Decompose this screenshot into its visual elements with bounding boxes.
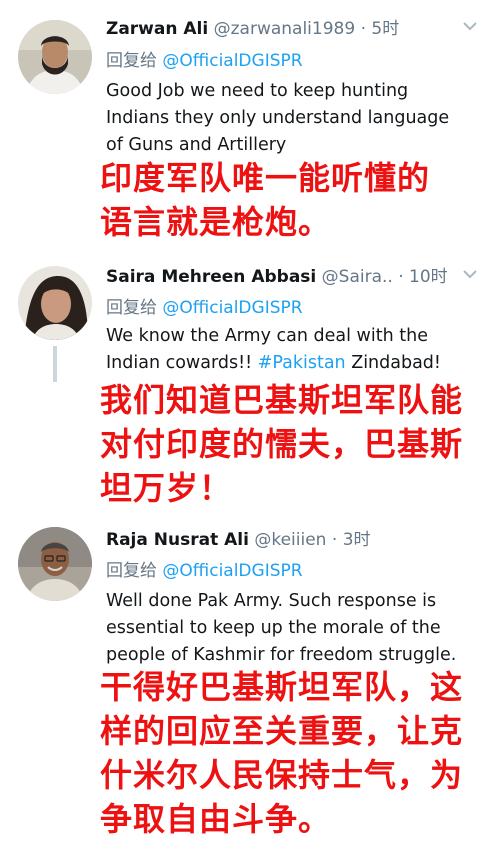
tweet-text-line: Good Job we need to keep hunting (106, 81, 409, 101)
tweet-text-segment: Zindabad! (345, 353, 441, 373)
tweet[interactable]: Raja Nusrat Ali @keiiien · 3时 回复给 @Offic… (0, 515, 500, 838)
tweet-text: Good Job we need to keep hunting Indians… (106, 78, 486, 159)
reply-prefix: 回复给 (106, 51, 157, 71)
tweet[interactable]: Zarwan Ali @zarwanali1989 · 5时 回复给 @Offi… (0, 0, 500, 250)
tweet-text-line: Indian cowards!! #Pakistan Zindabad! (106, 350, 486, 377)
tweet[interactable]: Saira Mehreen Abbasi @Saira.. · 10时 回复给 … (0, 250, 500, 515)
tweet-text-line: Indians they only understand language (106, 108, 450, 128)
reply-context: 回复给 @OfficialDGISPR (106, 296, 303, 320)
tweet-time[interactable]: 5时 (371, 19, 399, 39)
avatar[interactable] (18, 266, 92, 340)
mention-link[interactable]: @OfficialDGISPR (162, 561, 302, 581)
tweet-text-line: We know the Army can deal with the (106, 326, 428, 346)
separator-dot: · (360, 19, 366, 39)
display-name[interactable]: Raja Nusrat Ali (106, 530, 249, 550)
tweet-text-line: Well done Pak Army. Such response is (106, 591, 437, 611)
tweet-text-line: essential to keep up the morale of the (106, 618, 441, 638)
hashtag-link[interactable]: #Pakistan (258, 353, 346, 373)
reply-prefix: 回复给 (106, 561, 157, 581)
display-name[interactable]: Zarwan Ali (106, 19, 208, 39)
mention-link[interactable]: @OfficialDGISPR (162, 298, 302, 318)
overlay-line: 干得好巴基斯坦军队，这 (100, 668, 464, 706)
overlay-line: 什米尔人民保持士气，为 (100, 756, 464, 794)
translation-overlay: 干得好巴基斯坦军队，这 样的回应至关重要，让克 什米尔人民保持士气，为 争取自由… (100, 665, 490, 841)
user-handle[interactable]: @keiiien (254, 530, 326, 550)
overlay-line: 样的回应至关重要，让克 (100, 712, 464, 750)
tweet-time[interactable]: 10时 (409, 267, 448, 287)
overlay-line: 语言就是枪炮。 (100, 203, 332, 241)
overlay-line: 坦万岁！ (100, 469, 233, 507)
tweet-header: Saira Mehreen Abbasi @Saira.. · 10时 (106, 262, 480, 292)
user-handle[interactable]: @zarwanali1989 (214, 19, 356, 39)
translation-overlay: 印度军队唯一能听懂的 语言就是枪炮。 (100, 156, 490, 244)
mention-link[interactable]: @OfficialDGISPR (162, 51, 302, 71)
display-name[interactable]: Saira Mehreen Abbasi (106, 267, 316, 287)
reply-context: 回复给 @OfficialDGISPR (106, 559, 303, 583)
separator-dot: · (331, 530, 338, 550)
overlay-line: 我们知道巴基斯坦军队能 (100, 381, 464, 419)
tweet-time[interactable]: 3时 (343, 530, 371, 550)
tweet-header: Raja Nusrat Ali @keiiien · 3时 (106, 525, 480, 555)
tweet-text-line: of Guns and Artillery (106, 135, 287, 155)
reply-context: 回复给 @OfficialDGISPR (106, 49, 303, 73)
overlay-line: 对付印度的懦夫，巴基斯 (100, 425, 464, 463)
avatar[interactable] (18, 20, 92, 94)
tweet-text: Well done Pak Army. Such response is ess… (106, 588, 486, 669)
chevron-down-icon[interactable] (460, 264, 480, 284)
avatar[interactable] (18, 527, 92, 601)
chevron-down-icon[interactable] (460, 16, 480, 36)
overlay-line: 争取自由斗争。 (100, 800, 332, 838)
overlay-line: 印度军队唯一能听懂的 (100, 159, 431, 197)
translation-overlay: 我们知道巴基斯坦军队能 对付印度的懦夫，巴基斯 坦万岁！ (100, 378, 490, 510)
tweet-header: Zarwan Ali @zarwanali1989 · 5时 (106, 14, 480, 44)
tweet-text: We know the Army can deal with the India… (106, 323, 486, 377)
separator-dot: · (398, 267, 404, 287)
user-handle[interactable]: @Saira.. (322, 267, 393, 287)
reply-prefix: 回复给 (106, 298, 157, 318)
tweet-text-segment: Indian cowards!! (106, 353, 258, 373)
thread-line (53, 346, 57, 382)
